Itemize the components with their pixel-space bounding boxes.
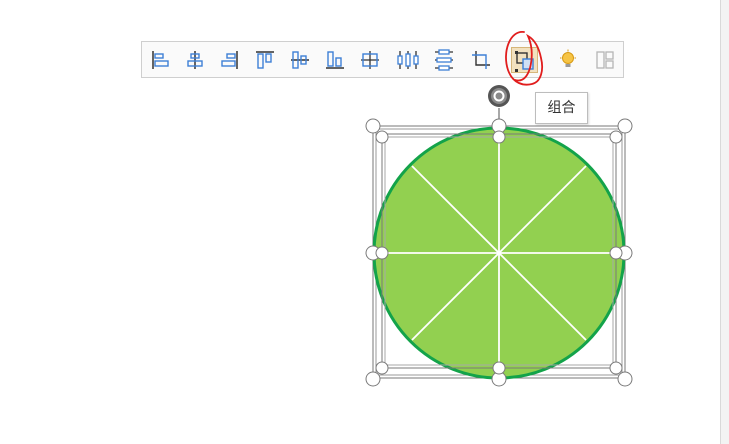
red-annotation-circle <box>505 31 544 86</box>
slide-canvas <box>365 31 633 387</box>
group-tooltip: 组合 <box>535 92 588 124</box>
green-circle-shape[interactable] <box>372 126 626 380</box>
